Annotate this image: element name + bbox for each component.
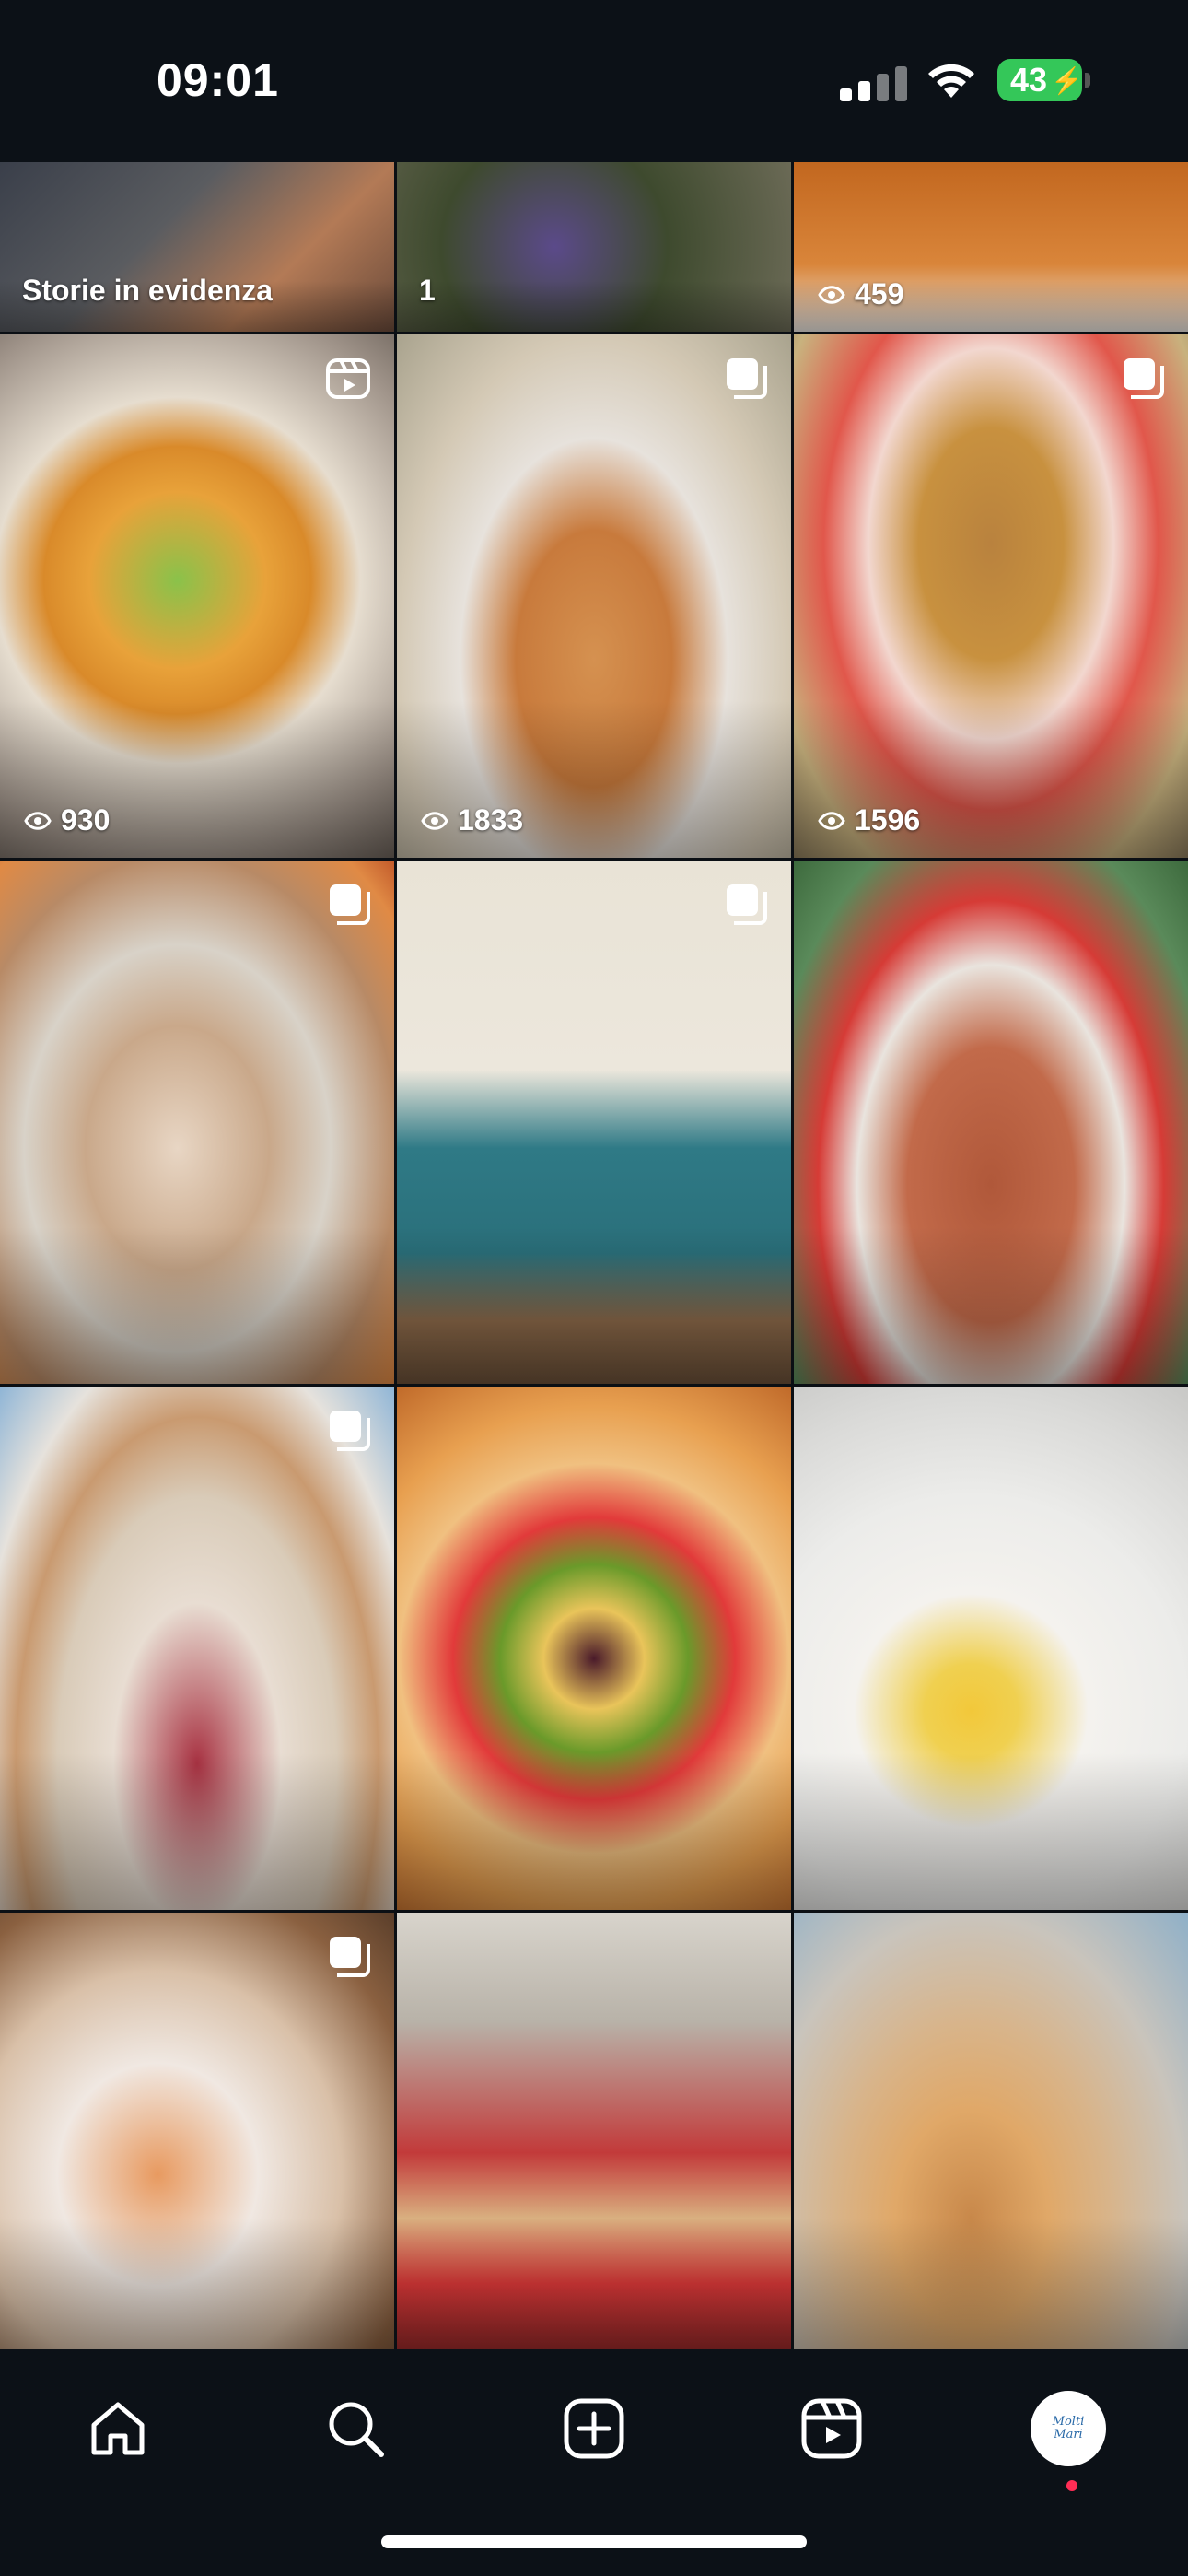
view-count: 930 [24, 803, 110, 837]
cellular-signal-icon [840, 64, 910, 101]
tab-search[interactable] [309, 2383, 402, 2475]
search-icon [329, 2402, 384, 2457]
tile-shade [397, 162, 791, 332]
view-count-value: 1596 [855, 803, 921, 837]
clock: 09:01 [157, 54, 279, 106]
post-grid: Storie in evidenza 1 459 930 1833 1596 [0, 162, 1188, 2349]
post-tile[interactable]: 1596 [794, 334, 1188, 858]
post-tile[interactable] [397, 1913, 791, 2349]
view-count-value: 1833 [458, 803, 524, 837]
tile-shade [397, 1913, 791, 2349]
status-bar: 09:01 43 ⚡ [0, 0, 1188, 162]
reels-icon [801, 2398, 862, 2459]
view-count: 1833 [421, 803, 523, 837]
carousel-badge-icon [727, 358, 767, 399]
post-count-label: 1 [419, 274, 436, 307]
view-count: 1596 [818, 803, 920, 837]
avatar-logo-text: Molti Mari [1053, 2416, 1085, 2441]
play-view-icon [818, 811, 845, 830]
post-tile[interactable] [794, 1387, 1188, 1910]
notification-dot [1066, 2480, 1077, 2491]
create-icon [564, 2398, 624, 2459]
tile-shade [397, 861, 791, 1384]
tile-shade [794, 334, 1188, 858]
tab-reels[interactable] [786, 2383, 878, 2475]
carousel-badge-icon [727, 884, 767, 925]
view-count: 459 [818, 277, 903, 311]
highlight-tile[interactable]: Storie in evidenza [0, 162, 394, 332]
charging-bolt-icon: ⚡ [1051, 65, 1083, 95]
tile-shade [397, 334, 791, 858]
tab-home[interactable] [72, 2383, 164, 2475]
carousel-badge-icon [330, 1411, 370, 1451]
tile-shade [0, 1387, 394, 1910]
post-tile[interactable] [397, 861, 791, 1384]
post-tile[interactable]: 930 [0, 334, 394, 858]
tile-shade [794, 861, 1188, 1384]
post-tile[interactable]: 459 [794, 162, 1188, 332]
play-view-icon [818, 285, 845, 304]
battery-indicator: 43 ⚡ [997, 59, 1083, 101]
carousel-badge-icon [1124, 358, 1164, 399]
post-tile[interactable] [794, 1913, 1188, 2349]
tile-shade [0, 861, 394, 1384]
battery-level: 43 [1010, 61, 1048, 99]
play-view-icon [24, 811, 52, 830]
tile-shade [0, 334, 394, 858]
tab-profile[interactable]: Molti Mari [1022, 2383, 1114, 2475]
avatar-logo-line: Molti [1052, 2415, 1085, 2429]
post-tile[interactable]: 1833 [397, 334, 791, 858]
wifi-icon [928, 64, 974, 98]
home-indicator[interactable] [381, 2535, 807, 2548]
post-tile[interactable]: 1 [397, 162, 791, 332]
post-tile[interactable] [0, 1913, 394, 2349]
view-count-value: 459 [855, 277, 904, 310]
post-tile[interactable] [794, 861, 1188, 1384]
tab-create[interactable] [548, 2383, 640, 2475]
view-count-value: 930 [61, 803, 111, 837]
home-icon [91, 2402, 145, 2455]
tile-shade [397, 1387, 791, 1910]
post-tile[interactable] [0, 1387, 394, 1910]
reels-badge-icon [326, 358, 370, 399]
highlight-caption: Storie in evidenza [22, 274, 274, 307]
tile-shade [794, 1387, 1188, 1910]
battery-tip [1085, 73, 1090, 88]
tile-shade [794, 1913, 1188, 2349]
play-view-icon [421, 811, 448, 830]
carousel-badge-icon [330, 884, 370, 925]
carousel-badge-icon [330, 1937, 370, 1977]
profile-avatar: Molti Mari [1031, 2391, 1106, 2466]
post-tile[interactable] [397, 1387, 791, 1910]
avatar-logo-line: Mari [1054, 2428, 1083, 2441]
post-tile[interactable] [0, 861, 394, 1384]
